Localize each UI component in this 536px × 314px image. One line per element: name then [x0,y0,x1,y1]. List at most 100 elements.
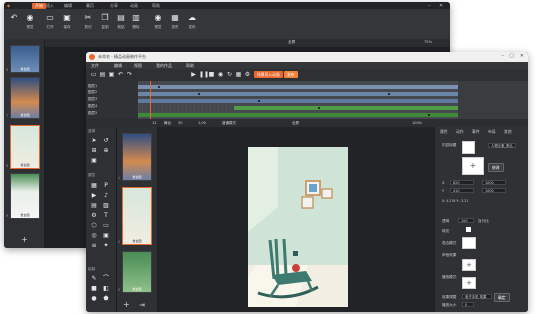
slide-thumbnail[interactable]: 9 舞台图 [6,173,40,219]
speed-field[interactable]: 0 [462,302,474,307]
maximize-icon[interactable]: ▢ [509,53,514,59]
keyframe[interactable] [388,93,390,95]
rect-tool-icon[interactable]: ■ [90,285,98,293]
image2-tool-icon[interactable]: ▣ [102,232,110,240]
save-button[interactable]: ▣ 保存 [59,13,75,30]
content-preview[interactable] [462,141,475,154]
fill-tool-icon[interactable]: ◧ [102,285,110,293]
frame-tool-icon[interactable]: ▭ [102,222,110,230]
keyframe[interactable] [318,107,320,109]
polygon-tool-icon[interactable]: ⬟ [102,295,110,303]
slide-thumbnail-selected[interactable]: 2 舞台图 [118,187,152,245]
add-sound-icon[interactable]: + [462,259,476,271]
curve-tool-icon[interactable]: ⌒ [102,275,110,283]
slide-thumbnail[interactable]: 6 舞台图 [6,45,40,73]
keyframe[interactable] [428,114,430,116]
keyframe[interactable] [198,93,200,95]
delete-button[interactable]: ▥ 删除 [128,13,144,30]
publish-button[interactable]: ☁ 发布 [184,13,200,30]
stage-canvas[interactable] [248,147,348,307]
close-icon[interactable]: ✕ [520,53,524,59]
mode-value[interactable]: 普通模式 [222,121,236,126]
slide-thumbnail[interactable]: 1 舞台图 [118,133,152,181]
web-tool-icon[interactable]: ◎ [90,232,98,240]
chart-tool-icon[interactable]: ▤ [90,202,98,210]
settings-tool-icon[interactable]: ⚙ [90,212,98,220]
zoom-tool-icon[interactable]: ⊕ [102,147,110,155]
layer-item[interactable]: 图层1 [88,84,97,89]
save-icon[interactable]: ▣ [108,71,115,78]
lasso-tool-icon[interactable]: ↺ [102,137,110,145]
add-slide-icon[interactable]: + [21,235,28,244]
add-action-icon[interactable]: + [462,277,476,289]
undo-button[interactable]: ↶ [6,13,22,22]
camera-icon[interactable]: ▦ [235,71,242,78]
tab-other[interactable]: 其他 [504,129,512,135]
open-icon[interactable]: ▤ [99,71,106,78]
slide-thumbnail[interactable]: 3 舞台图 [118,251,152,293]
slide-thumbnail-selected[interactable]: 8 舞台图 [6,125,40,169]
keyframe[interactable] [258,100,260,102]
text-tool-icon[interactable]: T [102,212,110,220]
track-layer3[interactable] [138,99,458,103]
blend-preview[interactable] [462,237,476,249]
preview-button[interactable]: ◉ 预览 [22,13,38,30]
effect-field[interactable]: 电子手机 效果 [462,294,492,299]
code-tool-icon[interactable]: ≡ [90,242,98,250]
video-tool-icon[interactable]: ▶ [90,192,98,200]
keyframe[interactable] [158,86,160,88]
modify-button[interactable]: 修改 [488,163,504,172]
select-tool-icon[interactable]: ➤ [90,137,98,145]
layer-item[interactable]: 图层4 [88,104,97,109]
zoom-select[interactable]: 75% [424,40,432,44]
layer-item[interactable]: 图层5 [88,111,97,116]
frame-grid[interactable] [138,81,458,119]
track-layer5[interactable] [138,113,458,117]
circle-tool-icon[interactable]: ● [90,295,98,303]
layer-item[interactable]: 图层3 [88,97,97,102]
cut-button[interactable]: ✂ 剪切 [80,13,96,30]
copy-button[interactable]: ❐ 复制 [97,13,113,30]
star-tool-icon[interactable]: ✦ [102,242,110,250]
pencil-tool-icon[interactable]: ✎ [90,275,98,283]
stop-icon[interactable]: ■ [208,71,215,78]
picture-tool-icon[interactable]: ▨ [102,202,110,210]
open-button[interactable]: ▭ 打开 [42,13,58,30]
add-image-icon[interactable]: + [462,157,484,175]
tab-properties[interactable]: 属性 [440,129,448,135]
name-field[interactable]: 人物元素_默认 [488,143,516,148]
stage-zoom[interactable]: 100% [412,121,422,125]
layer-item[interactable]: 图层2 [88,90,97,95]
h-field[interactable]: 1000 [482,188,506,193]
tab-events[interactable]: 事件 [472,129,480,135]
loop-icon[interactable]: ↻ [226,71,233,78]
fill-color-swatch[interactable] [466,227,471,232]
grid-button[interactable]: ▦ 发布 [167,13,183,30]
new-icon[interactable]: ▭ [90,71,97,78]
audio-tool-icon[interactable]: ♪ [102,192,110,200]
publish-button[interactable]: 发布 [284,71,298,78]
y-field[interactable]: 410 [450,188,474,193]
minimize-icon[interactable]: – [502,53,505,59]
track-layer2[interactable] [138,92,458,96]
pause-icon[interactable]: ❚❚ [199,71,209,78]
shape-tool-icon[interactable]: ⬡ [90,222,98,230]
tab-layout[interactable]: 布局 [488,129,496,135]
opacity-field[interactable]: 100 [458,218,474,223]
w-field[interactable]: 1000 [482,180,506,185]
redo-icon[interactable]: ↷ [126,71,133,78]
import-slide-icon[interactable]: ⇥ [139,301,145,309]
stage-view-select[interactable]: 全屏 [292,121,299,126]
add-slide-icon[interactable]: + [123,300,130,309]
import-scene-button[interactable]: 场景导入动画 [254,71,283,78]
undo-icon[interactable]: ↶ [117,71,124,78]
record-icon[interactable]: ◉ [217,71,224,78]
x-field[interactable]: 620 [450,180,474,185]
play-icon[interactable]: ▶ [190,71,197,78]
tab-actions[interactable]: 动作 [456,129,464,135]
preview2-button[interactable]: ◉ 预览 [150,13,166,30]
view-select[interactable]: 全屏 [288,40,295,45]
effect-confirm-button[interactable]: 确定 [494,293,510,302]
settings-icon[interactable]: ⚙ [244,71,251,78]
paste-button[interactable]: ▤ 粘贴 [113,13,129,30]
